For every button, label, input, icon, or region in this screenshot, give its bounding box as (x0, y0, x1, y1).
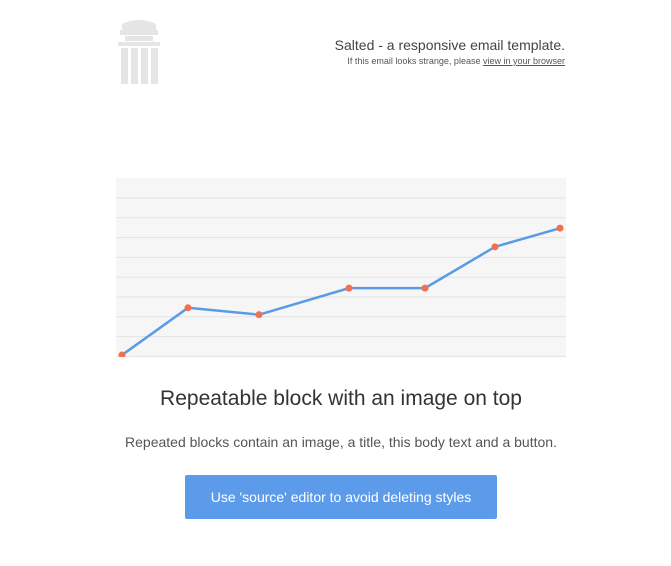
header-title: Salted - a responsive email template. (334, 37, 565, 53)
chart-data-point (556, 224, 564, 232)
chart-data-point (184, 304, 192, 312)
block-title: Repeatable block with an image on top (160, 387, 522, 410)
header-subtext-label: If this email looks strange, please (347, 56, 483, 66)
chart-data-point (345, 284, 353, 292)
view-in-browser-link[interactable]: view in your browser (483, 56, 565, 66)
header-subtext: If this email looks strange, please view… (205, 55, 565, 68)
email-container: Salted - a responsive email template. If… (0, 0, 671, 566)
logo-pillar-icon (117, 18, 161, 84)
block-body-text: Repeated blocks contain an image, a titl… (125, 434, 557, 450)
header-text: Salted - a responsive email template. If… (205, 36, 565, 68)
line-chart (116, 197, 566, 357)
source-editor-button[interactable]: Use 'source' editor to avoid deleting st… (185, 475, 497, 519)
chart-image (116, 178, 566, 357)
chart-data-point (421, 284, 429, 292)
chart-data-point (255, 311, 263, 319)
chart-data-point (491, 243, 499, 251)
